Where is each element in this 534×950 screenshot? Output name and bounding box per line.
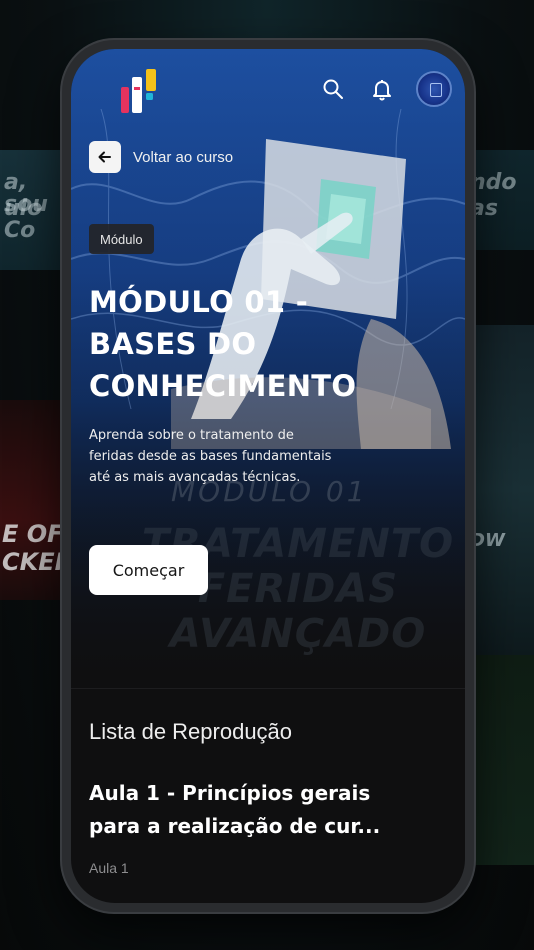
brand-logo[interactable] [121, 65, 165, 117]
background-card-right-bottom [470, 655, 534, 865]
background-card-text: ndo [470, 170, 517, 195]
background-card-left-bottom: E OF CKER [0, 400, 70, 600]
arrow-left-icon [98, 151, 111, 163]
section-divider [71, 688, 465, 689]
module-tag: Módulo [89, 224, 154, 254]
lesson-title[interactable]: Aula 1 - Princípios gerais para a realiz… [89, 777, 419, 843]
background-card-text: ulo Co [4, 196, 43, 243]
phone-frame: MÓDULO 01 TRATAMENTO FERIDAS AVANÇADO Vo… [62, 40, 474, 912]
search-icon[interactable] [321, 77, 345, 101]
background-card-left-top: a, sou ulo Co [0, 150, 70, 270]
start-button[interactable]: Começar [89, 545, 208, 595]
lesson-subtitle: Aula 1 [89, 860, 129, 876]
background-card-right-top: ndo as [470, 150, 534, 250]
back-label[interactable]: Voltar ao curso [133, 149, 233, 166]
art-line: AVANÇADO [169, 611, 427, 657]
app-stage: a, sou ulo Co E OF CKER ndo as DW MÓDULO… [0, 0, 534, 950]
background-card-text: E OF CKER [2, 520, 70, 576]
background-card-right-middle: DW [470, 325, 534, 655]
user-avatar[interactable] [416, 71, 452, 107]
phone-screen: MÓDULO 01 TRATAMENTO FERIDAS AVANÇADO Vo… [71, 49, 465, 903]
back-button[interactable] [89, 141, 121, 173]
playlist-title: Lista de Reprodução [89, 719, 293, 744]
back-to-course-link[interactable]: Voltar ao curso [89, 141, 233, 173]
background-card-text: DW [470, 530, 505, 551]
module-description: Aprenda sobre o tratamento de feridas de… [89, 428, 332, 485]
module-title: MÓDULO 01 - BASES DO CONHECIMENTO [89, 285, 357, 403]
bell-icon[interactable] [370, 77, 394, 101]
background-card-text: as [470, 196, 498, 221]
